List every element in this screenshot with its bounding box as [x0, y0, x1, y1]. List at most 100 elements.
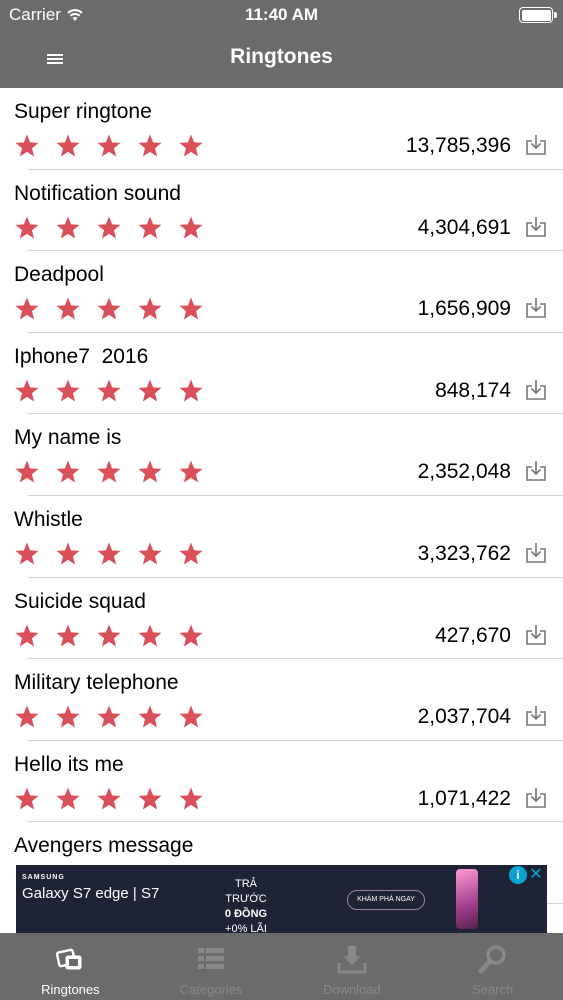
download-icon[interactable] — [525, 297, 547, 319]
ad-product: Galaxy S7 edge | S7 — [22, 885, 160, 902]
star-icon — [138, 787, 162, 810]
ringtone-name: Notification sound — [14, 181, 181, 205]
tab-download[interactable]: Download — [282, 933, 423, 1000]
navigation-bar: Ringtones — [0, 30, 563, 88]
ringtone-row[interactable]: Notification sound 4,304,691 — [0, 170, 563, 252]
star-icon — [179, 216, 203, 239]
rating-stars — [14, 133, 204, 159]
ringtone-name: Iphone7 2016 — [14, 344, 149, 368]
ringtone-row[interactable]: My name is 2,352,048 — [0, 414, 563, 496]
ringtone-name: Deadpool — [14, 263, 104, 287]
download-icon[interactable] — [525, 787, 547, 809]
download-count: 427,670 — [435, 623, 511, 647]
ringtone-name: Whistle — [14, 507, 83, 531]
star-icon — [138, 624, 162, 647]
ad-banner[interactable]: SAMSUNG Galaxy S7 edge | S7 TRẢ TRƯỚC 0 … — [16, 865, 547, 933]
star-icon — [15, 134, 39, 157]
ringtone-row[interactable]: Super ringtone 13,785,396 — [0, 88, 563, 170]
download-count: 1,071,422 — [417, 786, 511, 810]
status-time: 11:40 AM — [244, 5, 319, 24]
star-icon — [97, 297, 121, 320]
star-icon — [97, 542, 121, 565]
tab-search-label: Search — [472, 982, 514, 997]
ringtone-row[interactable]: Iphone7 2016 848,174 — [0, 333, 563, 415]
star-icon — [56, 379, 80, 402]
download-icon[interactable] — [525, 379, 547, 401]
download-count: 2,037,704 — [417, 705, 511, 729]
page-title: Ringtones — [230, 45, 333, 68]
ad-offer-line2: 0 ĐỒNG — [224, 908, 268, 920]
search-icon — [478, 945, 506, 974]
star-icon — [56, 705, 80, 728]
star-icon — [97, 460, 121, 483]
star-icon — [15, 460, 39, 483]
download-icon[interactable] — [525, 624, 547, 646]
star-icon — [15, 542, 39, 565]
ringtones-icon — [56, 948, 82, 970]
star-icon — [56, 542, 80, 565]
ringtone-name: My name is — [14, 426, 122, 450]
ringtone-name: Super ringtone — [14, 100, 152, 123]
star-icon — [179, 134, 203, 157]
download-icon[interactable] — [525, 542, 547, 564]
star-icon — [56, 297, 80, 320]
ringtone-row[interactable]: Suicide squad 427,670 — [0, 578, 563, 660]
download-count: 2,352,048 — [417, 460, 511, 484]
tab-categories[interactable]: Categories — [141, 933, 282, 1000]
star-icon — [97, 379, 121, 402]
ad-cta-button[interactable]: KHÁM PHÁ NGAY — [347, 890, 425, 910]
download-count: 848,174 — [435, 378, 511, 402]
rating-stars — [14, 378, 204, 404]
star-icon — [15, 624, 39, 647]
star-icon — [179, 379, 203, 402]
ringtone-name: Suicide squad — [14, 589, 146, 613]
star-icon — [15, 379, 39, 402]
download-icon[interactable] — [525, 134, 547, 156]
star-icon — [97, 787, 121, 810]
star-icon — [138, 705, 162, 728]
ad-brand: SAMSUNG — [22, 874, 65, 881]
star-icon — [56, 460, 80, 483]
ringtone-row[interactable]: Hello its me 1,071,422 — [0, 741, 563, 823]
download-icon — [337, 946, 367, 974]
tab-search[interactable]: Search — [422, 933, 563, 1000]
download-icon[interactable] — [525, 705, 547, 727]
star-icon — [138, 134, 162, 157]
star-icon — [56, 787, 80, 810]
rating-stars — [14, 296, 204, 322]
download-icon[interactable] — [525, 216, 547, 238]
rating-stars — [14, 623, 204, 649]
ringtone-name: Military telephone — [14, 671, 179, 695]
ad-offer-line1: TRẢ TRƯỚC — [225, 878, 267, 905]
star-icon — [97, 134, 121, 157]
ad-close-icon[interactable]: ✕ — [527, 866, 545, 884]
tab-download-label: Download — [322, 982, 381, 997]
star-icon — [138, 216, 162, 239]
ringtone-name: Avengers message — [14, 834, 194, 858]
star-icon — [179, 460, 203, 483]
battery-icon — [519, 7, 557, 23]
download-icon[interactable] — [525, 460, 547, 482]
star-icon — [179, 542, 203, 565]
tab-categories-label: Categories — [179, 982, 243, 997]
ringtone-row[interactable]: Whistle 3,323,762 — [0, 496, 563, 578]
download-count: 13,785,396 — [405, 134, 511, 157]
star-icon — [138, 460, 162, 483]
star-icon — [179, 297, 203, 320]
star-icon — [15, 705, 39, 728]
ringtone-row[interactable]: Deadpool 1,656,909 — [0, 251, 563, 333]
star-icon — [15, 787, 39, 810]
tab-ringtones[interactable]: Ringtones — [0, 933, 141, 1000]
star-icon — [56, 624, 80, 647]
star-icon — [179, 787, 203, 810]
star-icon — [97, 216, 121, 239]
rating-stars — [14, 786, 204, 812]
ringtone-list[interactable]: Super ringtone 13,785,396 Notification sou… — [0, 88, 563, 933]
rating-stars — [14, 215, 204, 241]
ad-choices-icon[interactable]: i — [509, 866, 527, 884]
star-icon — [138, 379, 162, 402]
download-count: 4,304,691 — [417, 215, 511, 239]
ringtone-row[interactable]: Military telephone 2,037,704 — [0, 659, 563, 741]
ringtone-name: Hello its me — [14, 752, 124, 776]
star-icon — [138, 297, 162, 320]
